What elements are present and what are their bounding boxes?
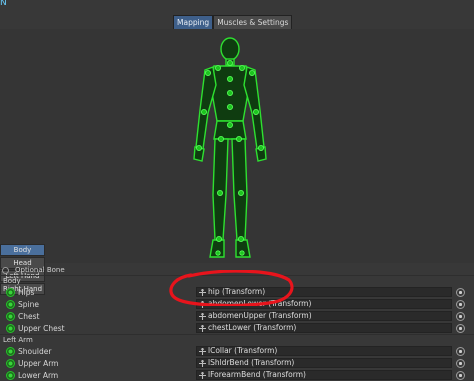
transform-value: chestLower (Transform) — [208, 323, 297, 332]
corner-glyph: N — [0, 0, 7, 8]
tab-mapping[interactable]: Mapping — [173, 15, 214, 30]
bone-row-hips: Hips hip (Transform) — [0, 286, 474, 298]
bone-row-shoulder: Shoulder lCollar (Transform) — [0, 345, 474, 357]
optional-bone-icon — [2, 266, 9, 274]
bone-row-chest: Chest abdomenUpper (Transform) — [0, 310, 474, 322]
section-header-left-arm: Left Arm — [0, 334, 474, 345]
transform-value: lCollar (Transform) — [208, 346, 278, 355]
transform-field[interactable]: abdomenLower (Transform) — [196, 299, 452, 309]
object-picker-icon[interactable] — [456, 323, 465, 333]
bone-row-upper-chest: Upper Chest chestLower (Transform) — [0, 322, 474, 334]
humanoid-figure — [193, 37, 267, 258]
bone-mapping-table: Body Hips hip (Transform) Spine abdomenL… — [0, 275, 474, 381]
green-bone-icon — [6, 370, 15, 380]
tab-bar: Mapping Muscles & Settings — [173, 15, 293, 30]
bone-row-spine: Spine abdomenLower (Transform) — [0, 298, 474, 310]
bone-name: Upper Arm — [18, 358, 59, 368]
tab-muscles-settings[interactable]: Muscles & Settings — [213, 15, 293, 30]
transform-field[interactable]: hip (Transform) — [196, 287, 452, 297]
bone-row-upper-arm: Upper Arm lShldrBend (Transform) — [0, 357, 474, 369]
green-bone-icon — [6, 346, 15, 356]
transform-icon — [199, 324, 206, 332]
optional-bone-label: Optional Bone — [15, 266, 65, 274]
body-button[interactable]: Body — [0, 244, 45, 256]
transform-value: hip (Transform) — [208, 287, 266, 296]
green-bone-icon — [6, 358, 15, 368]
transform-field[interactable]: abdomenUpper (Transform) — [196, 311, 452, 321]
transform-field[interactable]: lShldrBend (Transform) — [196, 358, 452, 368]
bone-name: Upper Chest — [18, 323, 65, 333]
object-picker-icon[interactable] — [456, 311, 465, 321]
transform-icon — [199, 371, 206, 379]
transform-field[interactable]: chestLower (Transform) — [196, 323, 452, 333]
avatar-viewport: Body Head Left Hand Right Hand — [0, 29, 474, 295]
optional-bone-legend: Optional Bone — [0, 265, 65, 275]
object-picker-icon[interactable] — [456, 358, 465, 368]
transform-icon — [199, 312, 206, 320]
bone-name: Hips — [18, 287, 35, 297]
object-picker-icon[interactable] — [456, 370, 465, 380]
transform-value: abdomenLower (Transform) — [208, 299, 312, 308]
object-picker-icon[interactable] — [456, 287, 465, 297]
green-bone-icon — [6, 287, 15, 297]
transform-value: lShldrBend (Transform) — [208, 358, 295, 367]
object-picker-icon[interactable] — [456, 346, 465, 356]
bone-name: Chest — [18, 311, 40, 321]
transform-value: abdomenUpper (Transform) — [208, 311, 312, 320]
bone-name: Shoulder — [18, 346, 52, 356]
bone-row-lower-arm: Lower Arm lForearmBend (Transform) — [0, 369, 474, 381]
transform-icon — [199, 300, 206, 308]
bone-name: Spine — [18, 299, 39, 309]
green-bone-icon — [6, 323, 15, 333]
green-bone-icon — [6, 299, 15, 309]
transform-icon — [199, 359, 206, 367]
transform-icon — [199, 347, 206, 355]
section-header-body: Body — [0, 275, 474, 286]
object-picker-icon[interactable] — [456, 299, 465, 309]
transform-field[interactable]: lCollar (Transform) — [196, 346, 452, 356]
transform-icon — [199, 288, 206, 296]
bone-name: Lower Arm — [18, 370, 59, 380]
green-bone-icon — [6, 311, 15, 321]
